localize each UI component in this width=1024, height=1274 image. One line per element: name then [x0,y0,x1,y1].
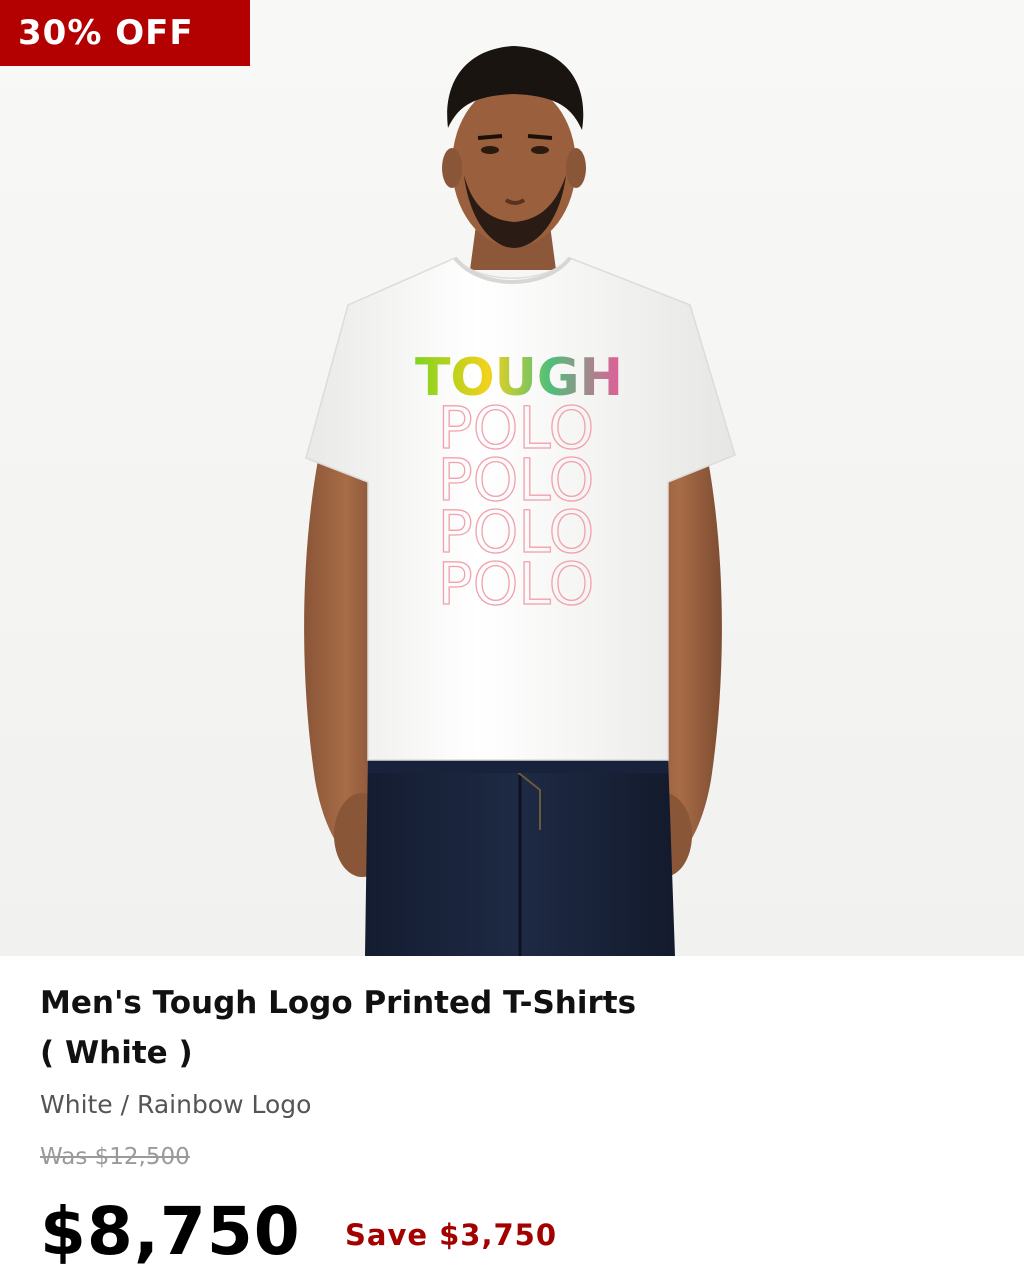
product-image[interactable]: TOUGH POLO POLO POLO POLO [0,0,1024,956]
product-variant: White / Rainbow Logo [40,1090,312,1119]
product-title[interactable]: Men's Tough Logo Printed T-Shirts ( Whit… [40,978,760,1078]
model-photo: TOUGH POLO POLO POLO POLO [0,0,1024,956]
product-card[interactable]: TOUGH POLO POLO POLO POLO 30% OFF Men's … [0,0,1024,1274]
discount-badge: 30% OFF [0,0,250,66]
original-price: Was $12,500 [40,1144,190,1170]
product-title-line1: Men's Tough Logo Printed T-Shirts [40,985,637,1021]
sale-price: $8,750 [40,1193,301,1270]
shirt-print-repeat: POLO [438,550,595,618]
savings-amount: Save $3,750 [345,1218,558,1252]
product-title-line2: ( White ) [40,1035,193,1071]
